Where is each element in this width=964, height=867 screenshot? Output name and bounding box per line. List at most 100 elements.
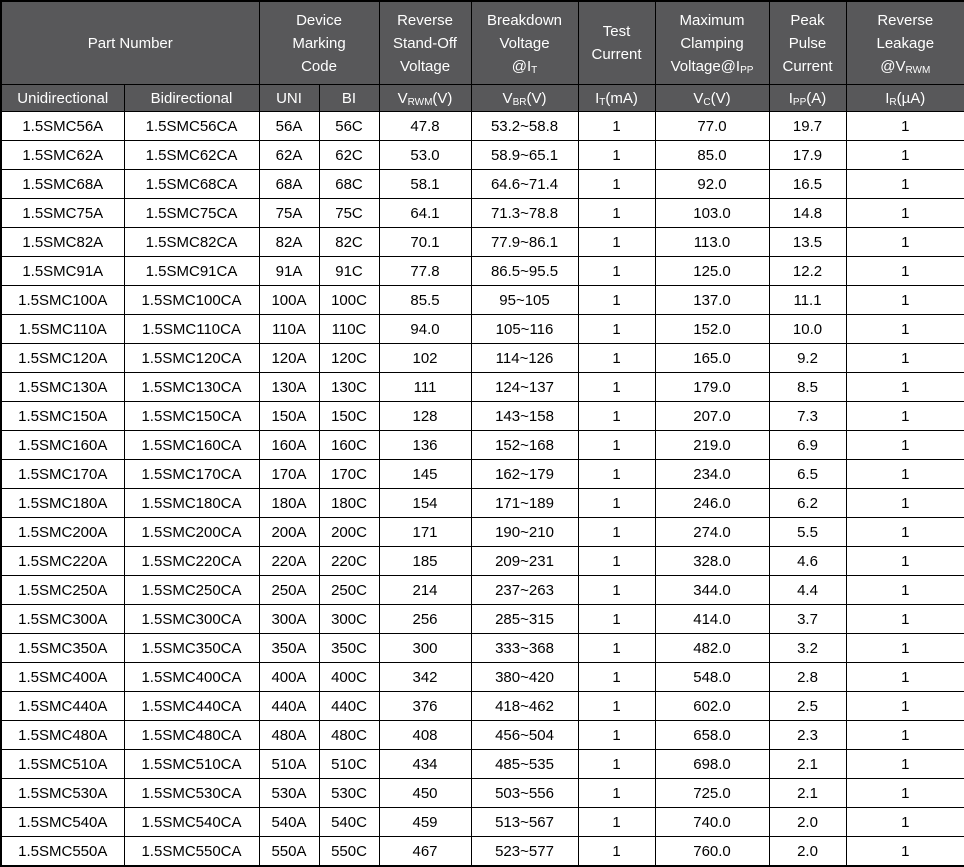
table-cell: 111 bbox=[379, 373, 471, 402]
table-cell: 100C bbox=[319, 286, 379, 315]
table-cell: 274.0 bbox=[655, 518, 769, 547]
table-cell: 1.5SMC480A bbox=[1, 721, 124, 750]
table-cell: 1.5SMC68CA bbox=[124, 170, 259, 199]
header-text: Voltage bbox=[400, 58, 450, 75]
table-cell: 120C bbox=[319, 344, 379, 373]
table-cell: 418~462 bbox=[471, 692, 578, 721]
table-cell: 459 bbox=[379, 808, 471, 837]
table-cell: 1.5SMC510CA bbox=[124, 750, 259, 779]
header-line: Breakdown bbox=[472, 9, 578, 32]
table-cell: 550A bbox=[259, 837, 319, 867]
table-cell: 1 bbox=[578, 605, 655, 634]
table-row: 1.5SMC56A1.5SMC56CA56A56C47.853.2~58.817… bbox=[1, 112, 964, 141]
header-subscript: RWM bbox=[905, 65, 930, 76]
table-cell: 434 bbox=[379, 750, 471, 779]
header-text: @V bbox=[880, 58, 905, 75]
header-text: (µA) bbox=[897, 90, 926, 107]
table-cell: 328.0 bbox=[655, 547, 769, 576]
table-cell: 207.0 bbox=[655, 402, 769, 431]
table-cell: 56C bbox=[319, 112, 379, 141]
table-cell: 440C bbox=[319, 692, 379, 721]
header-line: Reverse bbox=[847, 9, 964, 32]
table-cell: 300A bbox=[259, 605, 319, 634]
table-cell: 450 bbox=[379, 779, 471, 808]
table-cell: 246.0 bbox=[655, 489, 769, 518]
table-cell: 86.5~95.5 bbox=[471, 257, 578, 286]
header-subscript: BR bbox=[513, 97, 527, 108]
header-subscript: T bbox=[531, 65, 537, 76]
table-row: 1.5SMC82A1.5SMC82CA82A82C70.177.9~86.111… bbox=[1, 228, 964, 257]
table-cell: 47.8 bbox=[379, 112, 471, 141]
table-row: 1.5SMC120A1.5SMC120CA120A120C102114~1261… bbox=[1, 344, 964, 373]
table-row: 1.5SMC480A1.5SMC480CA480A480C408456~5041… bbox=[1, 721, 964, 750]
table-cell: 1 bbox=[846, 837, 964, 867]
table-cell: 658.0 bbox=[655, 721, 769, 750]
header-subscript: C bbox=[703, 97, 710, 108]
table-cell: 1.5SMC82CA bbox=[124, 228, 259, 257]
col-group-breakdown-voltage: Breakdown Voltage @IT bbox=[471, 1, 578, 85]
table-cell: 1.5SMC62A bbox=[1, 141, 124, 170]
table-cell: 234.0 bbox=[655, 460, 769, 489]
table-cell: 456~504 bbox=[471, 721, 578, 750]
table-cell: 1.5SMC100CA bbox=[124, 286, 259, 315]
table-cell: 150C bbox=[319, 402, 379, 431]
table-cell: 602.0 bbox=[655, 692, 769, 721]
table-cell: 13.5 bbox=[769, 228, 846, 257]
table-cell: 1.5SMC550CA bbox=[124, 837, 259, 867]
table-cell: 6.9 bbox=[769, 431, 846, 460]
table-cell: 1.5SMC250A bbox=[1, 576, 124, 605]
header-group-row: Part Number Device Marking Code Reverse … bbox=[1, 1, 964, 85]
table-cell: 1.5SMC56A bbox=[1, 112, 124, 141]
table-row: 1.5SMC440A1.5SMC440CA440A440C376418~4621… bbox=[1, 692, 964, 721]
table-row: 1.5SMC91A1.5SMC91CA91A91C77.886.5~95.511… bbox=[1, 257, 964, 286]
table-cell: 1 bbox=[846, 141, 964, 170]
table-cell: 1 bbox=[578, 170, 655, 199]
table-cell: 513~567 bbox=[471, 808, 578, 837]
table-cell: 105~116 bbox=[471, 315, 578, 344]
table-cell: 1 bbox=[578, 489, 655, 518]
table-cell: 19.7 bbox=[769, 112, 846, 141]
table-cell: 342 bbox=[379, 663, 471, 692]
table-cell: 1.5SMC180CA bbox=[124, 489, 259, 518]
table-cell: 219.0 bbox=[655, 431, 769, 460]
table-cell: 170A bbox=[259, 460, 319, 489]
table-cell: 1 bbox=[578, 518, 655, 547]
table-row: 1.5SMC540A1.5SMC540CA540A540C459513~5671… bbox=[1, 808, 964, 837]
table-cell: 467 bbox=[379, 837, 471, 867]
header-text: V bbox=[693, 90, 703, 107]
table-cell: 1 bbox=[846, 199, 964, 228]
header-text: Reverse bbox=[877, 12, 933, 29]
table-row: 1.5SMC300A1.5SMC300CA300A300C256285~3151… bbox=[1, 605, 964, 634]
table-cell: 1 bbox=[846, 431, 964, 460]
table-cell: 400A bbox=[259, 663, 319, 692]
table-cell: 1.5SMC300CA bbox=[124, 605, 259, 634]
table-cell: 400C bbox=[319, 663, 379, 692]
table-cell: 1 bbox=[846, 402, 964, 431]
table-cell: 1.5SMC250CA bbox=[124, 576, 259, 605]
table-cell: 64.6~71.4 bbox=[471, 170, 578, 199]
table-cell: 128 bbox=[379, 402, 471, 431]
tvs-spec-table: Part Number Device Marking Code Reverse … bbox=[0, 0, 964, 867]
table-cell: 8.5 bbox=[769, 373, 846, 402]
table-row: 1.5SMC75A1.5SMC75CA75A75C64.171.3~78.811… bbox=[1, 199, 964, 228]
header-subscript: PP bbox=[740, 65, 753, 76]
table-row: 1.5SMC68A1.5SMC68CA68A68C58.164.6~71.419… bbox=[1, 170, 964, 199]
header-text: Part Number bbox=[88, 35, 173, 52]
table-cell: 82A bbox=[259, 228, 319, 257]
table-cell: 1.5SMC300A bbox=[1, 605, 124, 634]
table-cell: 1 bbox=[846, 344, 964, 373]
table-cell: 1.5SMC82A bbox=[1, 228, 124, 257]
header-line: @IT bbox=[472, 55, 578, 78]
table-cell: 1 bbox=[578, 692, 655, 721]
table-cell: 1.5SMC480CA bbox=[124, 721, 259, 750]
table-cell: 1.5SMC440A bbox=[1, 692, 124, 721]
table-cell: 550C bbox=[319, 837, 379, 867]
table-cell: 160C bbox=[319, 431, 379, 460]
table-cell: 1.5SMC400CA bbox=[124, 663, 259, 692]
table-cell: 1.5SMC400A bbox=[1, 663, 124, 692]
header-text: (mA) bbox=[605, 90, 638, 107]
table-cell: 350C bbox=[319, 634, 379, 663]
table-cell: 300 bbox=[379, 634, 471, 663]
table-cell: 350A bbox=[259, 634, 319, 663]
table-cell: 1.5SMC440CA bbox=[124, 692, 259, 721]
